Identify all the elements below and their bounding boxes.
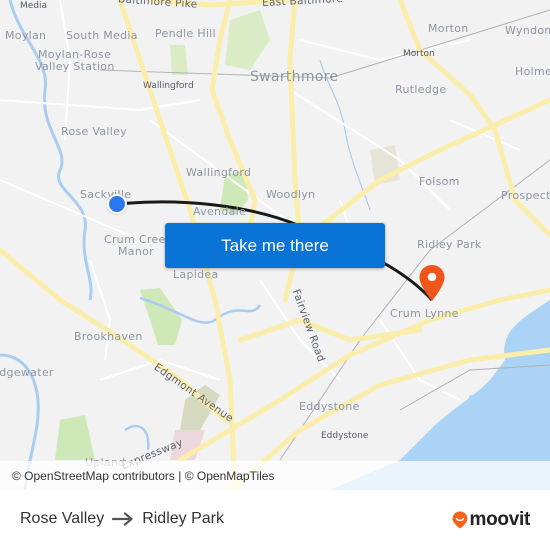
station-label: Wallingford [143, 81, 194, 91]
place-label: Ridley Park [417, 238, 482, 251]
stream [124, 424, 150, 451]
arrow-right-icon [112, 512, 133, 526]
place-label: Folsom [419, 175, 460, 188]
destination-pin-icon[interactable] [418, 264, 446, 302]
place-label: Moylan [5, 29, 47, 42]
station-label: Eddystone [321, 431, 369, 441]
place-label: Lapidea [173, 268, 219, 281]
place-label: Brookhaven [74, 330, 143, 343]
place-label: Swarthmore [250, 69, 339, 85]
moovit-pin-icon [452, 511, 468, 529]
park [55, 415, 95, 460]
place-label: South Media [66, 29, 138, 42]
place-label: Valley Station [35, 60, 115, 73]
place-label: Holme [515, 65, 550, 78]
stream [8, 0, 93, 301]
moovit-logo[interactable]: moovit [452, 509, 530, 531]
place-label: Woodlyn [266, 188, 316, 201]
map-view[interactable]: Media Moylan South Media Moylan-Rose Val… [0, 0, 550, 490]
place-label: Avendale [193, 205, 247, 218]
place-label: Manor [118, 245, 154, 258]
place-label: Media [20, 1, 48, 11]
place-label: Rutledge [395, 83, 447, 96]
attribution-text[interactable]: © OpenStreetMap contributors | © OpenMap… [12, 469, 274, 483]
park [140, 288, 182, 345]
place-label: Prospect [501, 189, 550, 202]
place-label: Rose Valley [61, 125, 127, 138]
destination-name: Ridley Park [142, 510, 224, 527]
map-attribution: © OpenStreetMap contributors | © OpenMap… [0, 461, 550, 490]
place-label: Pendle Hill [155, 27, 217, 40]
origin-marker[interactable] [107, 194, 127, 214]
place-label: Edgewater [0, 366, 54, 379]
take-me-there-label: Take me there [221, 235, 329, 255]
moovit-wordmark: moovit [469, 509, 531, 530]
origin-name: Rose Valley [20, 510, 105, 527]
footer-bar: Rose Valley Ridley Park moovit [0, 490, 550, 550]
railway [99, 9, 550, 79]
route-summary: Rose Valley Ridley Park [20, 510, 224, 528]
place-label: Eddystone [299, 400, 360, 413]
park [170, 45, 188, 75]
place-label: Crum Creek [104, 233, 173, 246]
take-me-there-button[interactable]: Take me there [165, 223, 385, 268]
place-label: Moylan-Rose [38, 48, 112, 61]
place-label: Wyndom [505, 24, 550, 37]
place-label: Wallingford [186, 166, 252, 179]
place-label: Crum Lynne [390, 307, 459, 320]
station-label: Morton [403, 49, 435, 59]
park [225, 10, 270, 70]
place-label: Morton [428, 22, 469, 35]
